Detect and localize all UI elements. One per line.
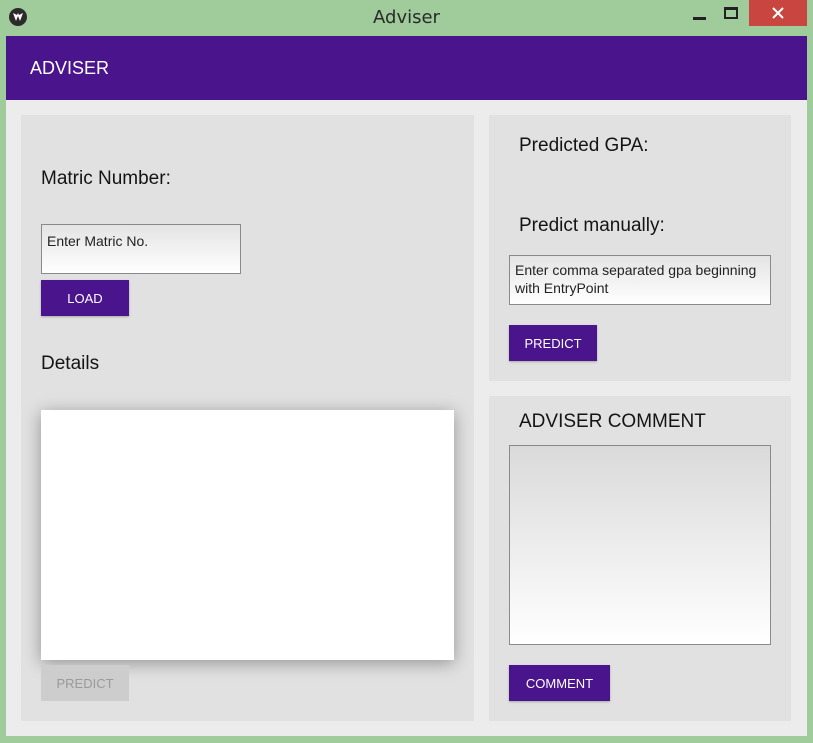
app-bar: ADVISER	[6, 36, 807, 100]
minimize-button[interactable]	[686, 0, 712, 26]
left-panel: Matric Number: Enter Matric No. LOAD Det…	[21, 115, 474, 721]
gpa-input[interactable]: Enter comma separated gpa beginning with…	[509, 255, 771, 305]
title-bar: Adviser	[0, 0, 813, 36]
details-label: Details	[41, 353, 100, 374]
minimize-icon	[692, 16, 706, 20]
matric-number-label: Matric Number:	[41, 168, 171, 189]
adviser-comment-display[interactable]	[509, 445, 771, 645]
predict-manually-label: Predict manually:	[519, 215, 665, 236]
close-button[interactable]	[749, 0, 807, 26]
predicted-gpa-label: Predicted GPA:	[519, 135, 649, 156]
prediction-panel: Predicted GPA: Predict manually: Enter c…	[489, 115, 791, 381]
matric-number-input[interactable]: Enter Matric No.	[41, 224, 241, 274]
predict-button-disabled[interactable]: PREDICT	[41, 665, 129, 701]
comment-button[interactable]: COMMENT	[509, 665, 610, 701]
close-icon	[772, 7, 784, 19]
maximize-button[interactable]	[717, 0, 745, 26]
predict-button[interactable]: PREDICT	[509, 325, 597, 361]
app-window: ADVISER Matric Number: Enter Matric No. …	[6, 36, 807, 736]
details-display	[41, 410, 454, 660]
comment-panel: ADVISER COMMENT COMMENT	[489, 396, 791, 721]
app-bar-title: ADVISER	[30, 58, 110, 78]
load-button[interactable]: LOAD	[41, 280, 129, 316]
adviser-comment-label: ADVISER COMMENT	[519, 411, 706, 432]
maximize-icon	[724, 7, 738, 19]
